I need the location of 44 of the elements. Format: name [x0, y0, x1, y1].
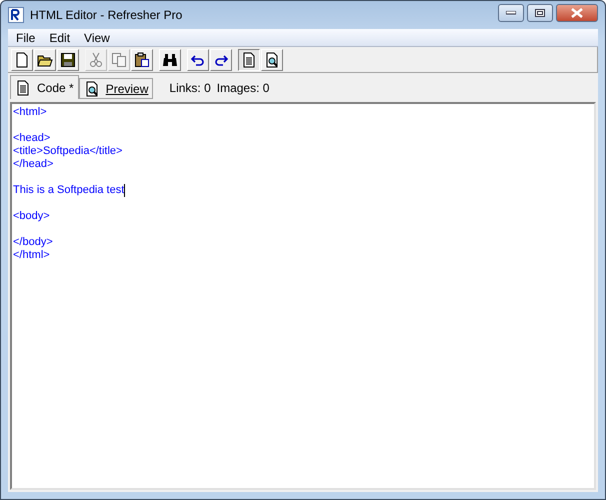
- paste-icon: [134, 52, 150, 68]
- code-line: <html>: [13, 106, 48, 119]
- undo-button[interactable]: [187, 48, 209, 70]
- images-count: Images: 0: [216, 81, 270, 95]
- code-line: <title>Softpedia</title>: [13, 145, 124, 158]
- window-title: HTML Editor - Refresher Pro: [30, 8, 182, 22]
- preview-icon: [84, 80, 100, 96]
- save-icon: [60, 52, 76, 68]
- new-document-button[interactable]: [11, 48, 33, 70]
- preview-icon: [264, 52, 280, 68]
- document-icon: [15, 80, 31, 96]
- menu-item[interactable]: View: [78, 30, 116, 44]
- document-icon: [241, 52, 257, 68]
- copy-icon: [111, 52, 127, 68]
- app-icon: [8, 7, 24, 23]
- code-line: This is a Softpedia test: [13, 184, 126, 197]
- binoculars-icon: [162, 52, 178, 68]
- menu-item[interactable]: Edit: [43, 30, 76, 44]
- binoculars-button[interactable]: [159, 48, 181, 70]
- tab[interactable]: Preview: [78, 78, 154, 99]
- maximize-icon: [535, 9, 545, 17]
- open-folder-button[interactable]: [34, 48, 56, 70]
- close-button[interactable]: [556, 4, 598, 22]
- close-icon: [570, 8, 584, 18]
- preview-button[interactable]: [261, 48, 283, 70]
- menu-item[interactable]: File: [10, 30, 42, 44]
- tab[interactable]: Code *: [10, 75, 79, 99]
- code-line: </body>: [13, 236, 54, 249]
- text-caret: [124, 184, 126, 197]
- code-line: </html>: [13, 249, 51, 262]
- links-count: Links: 0: [169, 81, 211, 95]
- minimize-button[interactable]: [498, 4, 524, 22]
- maximize-button[interactable]: [527, 4, 553, 22]
- code-line: </head>: [13, 158, 54, 171]
- code-line: <head>: [13, 132, 52, 145]
- cut-icon: [88, 52, 104, 68]
- code-editor[interactable]: <html> <head> <title>Softpedia</title> </head> This is a Softpedia test <body> </body> </html>: [10, 102, 596, 490]
- minimize-icon: [506, 11, 516, 15]
- new-document-icon: [14, 52, 30, 68]
- save-button[interactable]: [57, 48, 79, 70]
- code-line: <body>: [13, 210, 51, 223]
- paste-button[interactable]: [131, 48, 153, 70]
- redo-button[interactable]: [210, 48, 232, 70]
- document-button[interactable]: [238, 48, 260, 70]
